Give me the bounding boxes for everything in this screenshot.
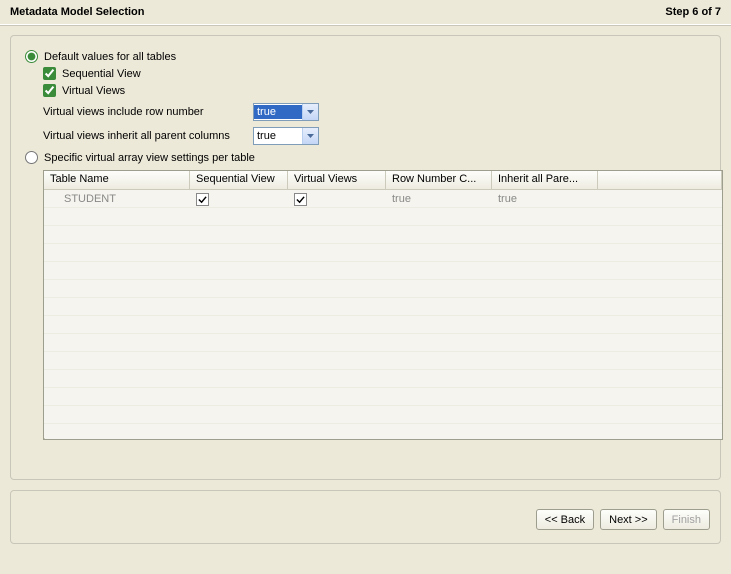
wizard-header: Metadata Model Selection Step 6 of 7: [0, 0, 731, 25]
checkbox-sequential-view[interactable]: [43, 67, 56, 80]
row-number-label: Virtual views include row number: [43, 106, 253, 118]
table-row[interactable]: STUDENT true true: [44, 190, 722, 208]
inherit-parent-label: Virtual views inherit all parent columns: [43, 130, 253, 142]
next-button[interactable]: Next >>: [600, 509, 657, 530]
option-specific-label: Specific virtual array view settings per…: [44, 152, 255, 164]
inherit-parent-select[interactable]: true: [253, 127, 319, 145]
checkbox-icon[interactable]: [294, 193, 307, 206]
content-panel: Default values for all tables Sequential…: [10, 35, 721, 480]
option-default-all-label: Default values for all tables: [44, 51, 176, 63]
inherit-parent-value: true: [254, 129, 302, 143]
option-sequential-view[interactable]: Sequential View: [21, 67, 710, 80]
inherit-parent-row: Virtual views inherit all parent columns…: [43, 127, 710, 145]
option-virtual-views-label: Virtual Views: [62, 85, 125, 97]
row-number-value: true: [254, 105, 302, 119]
finish-button: Finish: [663, 509, 710, 530]
tables-grid: Table Name Sequential View Virtual Views…: [43, 170, 723, 440]
option-specific[interactable]: Specific virtual array view settings per…: [21, 151, 710, 164]
wizard-step: Step 6 of 7: [665, 0, 721, 24]
back-button[interactable]: << Back: [536, 509, 594, 530]
grid-body: STUDENT true true: [44, 190, 722, 438]
col-header-inh[interactable]: Inherit all Pare...: [492, 171, 598, 189]
row-number-row: Virtual views include row number true: [43, 103, 710, 121]
checkbox-virtual-views[interactable]: [43, 84, 56, 97]
cell-row: true: [386, 193, 492, 205]
grid-header: Table Name Sequential View Virtual Views…: [44, 171, 722, 190]
option-sequential-view-label: Sequential View: [62, 68, 141, 80]
col-header-seq[interactable]: Sequential View: [190, 171, 288, 189]
cell-seq[interactable]: [190, 193, 288, 206]
col-header-row[interactable]: Row Number C...: [386, 171, 492, 189]
cell-inh: true: [492, 193, 598, 205]
wizard-title: Metadata Model Selection: [10, 0, 144, 24]
cell-vv[interactable]: [288, 193, 386, 206]
row-number-select[interactable]: true: [253, 103, 319, 121]
chevron-down-icon[interactable]: [302, 128, 318, 144]
col-header-rest: [598, 171, 722, 189]
footer-panel: << Back Next >> Finish: [10, 490, 721, 544]
radio-specific[interactable]: [25, 151, 38, 164]
col-header-vv[interactable]: Virtual Views: [288, 171, 386, 189]
col-header-name[interactable]: Table Name: [44, 171, 190, 189]
cell-name: STUDENT: [44, 193, 190, 205]
checkbox-icon[interactable]: [196, 193, 209, 206]
option-default-all[interactable]: Default values for all tables: [21, 50, 710, 63]
option-virtual-views[interactable]: Virtual Views: [21, 84, 710, 97]
chevron-down-icon[interactable]: [302, 104, 318, 120]
radio-default-all[interactable]: [25, 50, 38, 63]
